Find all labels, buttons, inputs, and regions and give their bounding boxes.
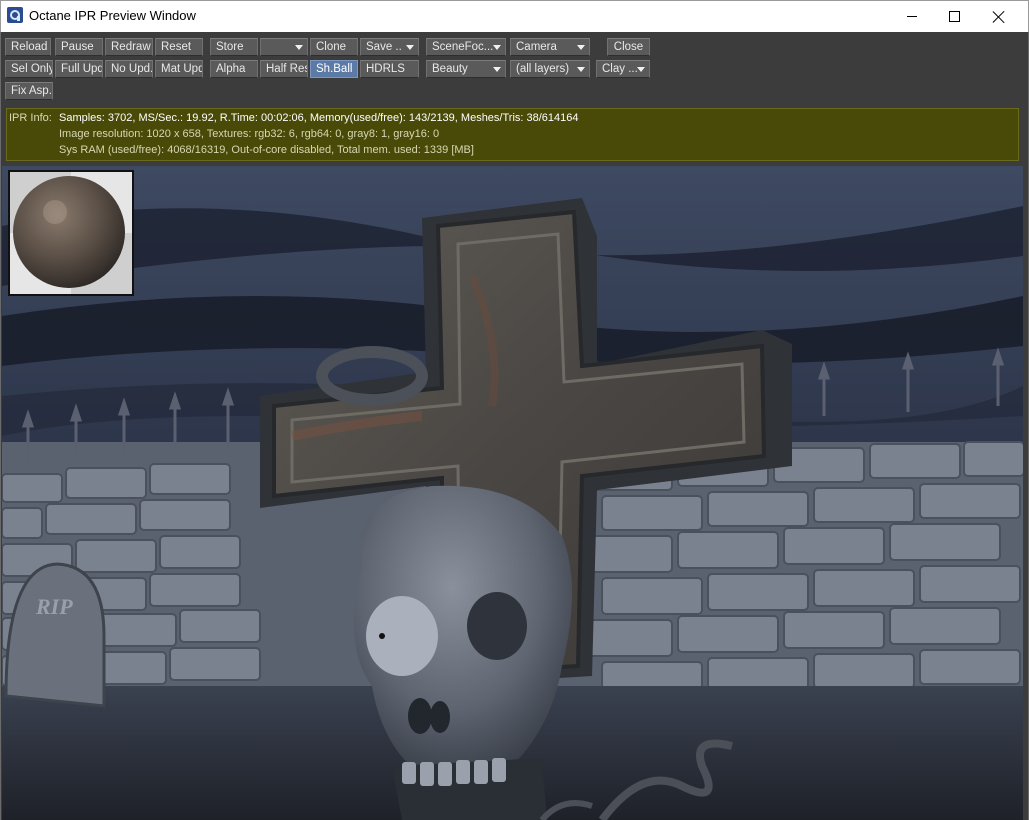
chevron-down-icon xyxy=(577,45,585,50)
chevron-down-icon xyxy=(493,67,501,72)
ipr-info-label: IPR Info: xyxy=(9,112,52,124)
sel-only-button[interactable]: Sel Only xyxy=(5,60,53,78)
layers-dropdown[interactable]: (all layers) xyxy=(510,60,590,78)
close-button[interactable]: Close xyxy=(607,38,650,56)
full-update-button[interactable]: Full Upd. xyxy=(55,60,103,78)
clay-dropdown[interactable]: Clay ... xyxy=(596,60,650,78)
ipr-info-samples: Samples: 3702, MS/Sec.: 19.92, R.Time: 0… xyxy=(59,112,579,124)
window-title: Octane IPR Preview Window xyxy=(29,8,196,23)
close-window-button[interactable] xyxy=(976,1,1022,32)
ipr-info-panel: IPR Info: Samples: 3702, MS/Sec.: 19.92,… xyxy=(6,108,1019,161)
close-icon xyxy=(992,10,1006,24)
chevron-down-icon xyxy=(493,45,501,50)
render-pass-label: Beauty xyxy=(432,63,468,75)
ipr-info-sysram: Sys RAM (used/free): 4068/16319, Out-of-… xyxy=(59,144,474,156)
minimize-button[interactable] xyxy=(889,1,935,32)
clay-label: Clay ... xyxy=(602,63,638,75)
ipr-panel: Reload Pause Redraw Reset Store Clone Sa… xyxy=(0,32,1029,820)
camera-label: Camera xyxy=(516,41,557,53)
title-bar: Octane IPR Preview Window xyxy=(0,0,1029,32)
maximize-button[interactable] xyxy=(931,1,977,32)
render-image: RIP xyxy=(2,166,1023,820)
material-update-button[interactable]: Mat Upd xyxy=(155,60,203,78)
chevron-down-icon xyxy=(637,67,645,72)
octane-app-icon xyxy=(7,7,23,23)
render-viewport[interactable]: RIP xyxy=(2,166,1023,820)
reset-button[interactable]: Reset xyxy=(155,38,203,56)
layers-label: (all layers) xyxy=(516,63,570,75)
alpha-button[interactable]: Alpha xyxy=(210,60,258,78)
redraw-button[interactable]: Redraw xyxy=(105,38,153,56)
store-button[interactable]: Store xyxy=(210,38,258,56)
camera-dropdown[interactable]: Camera xyxy=(510,38,590,56)
maximize-icon xyxy=(948,11,960,22)
reload-button[interactable]: Reload xyxy=(5,38,51,56)
fix-aspect-button[interactable]: Fix Asp. xyxy=(5,82,53,100)
chevron-down-icon xyxy=(406,45,414,50)
shader-ball-button[interactable]: Sh.Ball xyxy=(310,60,358,78)
save-dropdown[interactable]: Save .. xyxy=(360,38,419,56)
shader-ball xyxy=(13,176,125,288)
chevron-down-icon xyxy=(295,45,303,50)
clone-button[interactable]: Clone xyxy=(310,38,358,56)
pause-button[interactable]: Pause xyxy=(55,38,103,56)
render-pass-dropdown[interactable]: Beauty xyxy=(426,60,506,78)
half-res-button[interactable]: Half Res xyxy=(260,60,308,78)
hdrls-button[interactable]: HDRLS xyxy=(360,60,419,78)
material-preview-thumbnail xyxy=(8,170,134,296)
scene-focus-dropdown[interactable]: SceneFoc... xyxy=(426,38,506,56)
store-slot-dropdown[interactable] xyxy=(260,38,308,56)
tombstone-text: RIP xyxy=(35,594,73,619)
ipr-info-resolution: Image resolution: 1020 x 658, Textures: … xyxy=(59,128,440,140)
save-label: Save .. xyxy=(366,41,402,53)
chevron-down-icon xyxy=(577,67,585,72)
no-update-button[interactable]: No Upd. xyxy=(105,60,153,78)
minimize-icon xyxy=(907,16,917,17)
scene-focus-label: SceneFoc... xyxy=(432,41,494,53)
